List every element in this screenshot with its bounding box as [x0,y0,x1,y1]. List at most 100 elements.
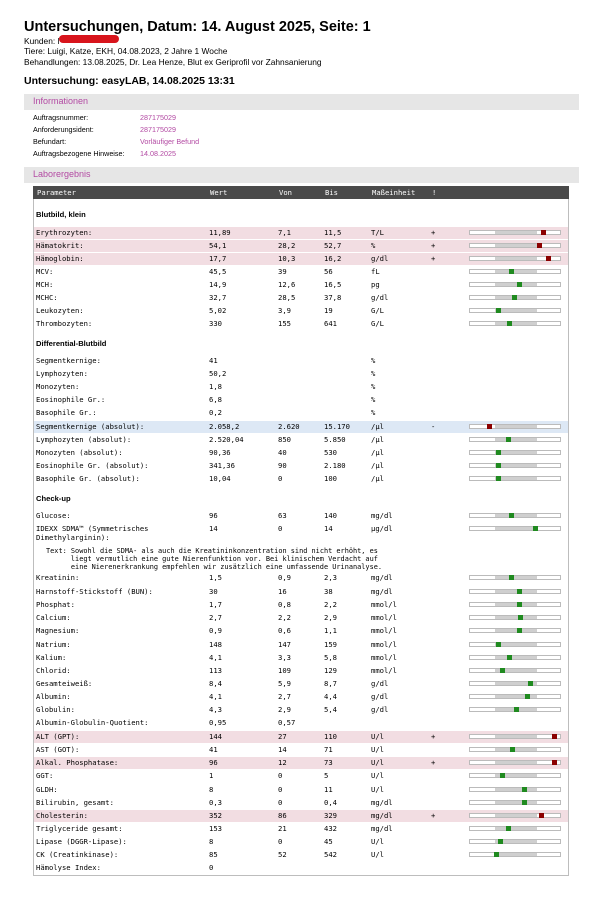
table-row: Eosinophile Gr. (absolut): 341,36 90 2.180 /… [34,460,568,472]
range-indicator-bar [469,628,561,633]
value-marker [509,269,514,274]
range-indicator-bar [469,655,561,660]
value-cell: 90,36 [209,448,231,457]
value-cell: 14 [209,524,218,533]
value-marker [487,424,492,429]
table-row: Hämoglobin: 17,7 10,3 16,2 g/dl + [34,253,568,265]
group-title: Blutbild, klein [36,210,86,219]
table-row: Monozyten: 1,8% [34,381,568,393]
range-max-cell: 15.170 [324,422,350,431]
value-cell: 2.520,04 [209,435,244,444]
parameter-cell: AST (GOT): [36,745,80,754]
range-min-cell: 39 [278,267,287,276]
tiere-line: Tiere: Luigi, Katze, EKH, 04.08.2023, 2 … [24,46,228,56]
parameter-cell: Hämoglobin: [36,254,84,263]
range-max-cell: 14 [324,524,333,533]
value-cell: 30 [209,587,218,596]
group-title: Check-up [36,494,71,503]
unit-cell: mg/dl [371,811,393,820]
parameter-cell: Calcium: [36,613,71,622]
unit-cell: µg/dl [371,524,393,533]
range-max-cell: 2,3 [324,573,337,582]
unit-cell: mmol/l [371,626,397,635]
reference-range-band [495,695,537,698]
range-max-cell: 52,7 [324,241,342,250]
value-marker [506,437,511,442]
range-indicator-bar [469,513,561,518]
unit-cell: g/dl [371,692,389,701]
value-marker [496,642,501,647]
value-marker [500,773,505,778]
value-marker [522,787,527,792]
reference-range-band [495,735,537,738]
range-indicator-bar [469,852,561,857]
reference-range-band [495,451,537,454]
table-row: Bilirubin, gesamt: 0,3 0 0,4 mg/dl [34,797,568,809]
table-row: Erythrozyten: 11,89 7,1 11,5 T/L + [34,227,568,239]
reference-range-band [495,514,537,517]
flag-cell: + [431,758,436,767]
table-row: Albumin: 4,1 2,7 4,4 g/dl [34,691,568,703]
comment-text: Text: Sowohl die SDMA- als auch die Krea… [46,547,382,571]
parameter-cell: Phosphat: [36,600,75,609]
flag-cell: + [431,811,436,820]
parameter-cell: Natrium: [36,640,71,649]
range-max-cell: 329 [324,811,337,820]
range-indicator-bar [469,800,561,805]
unit-cell: U/l [371,745,384,754]
range-max-cell: 0,4 [324,798,337,807]
range-max-cell: 37,8 [324,293,342,302]
value-marker [552,760,557,765]
value-cell: 4,1 [209,692,222,701]
value-cell: 50,2 [209,369,227,378]
table-row: Lymphozyten: 50,2% [34,368,568,380]
reference-range-band [495,244,537,247]
value-marker [517,602,522,607]
value-cell: 8 [209,837,214,846]
table-row: CK (Creatinkinase): 85 52 542 U/l [34,849,568,861]
reference-range-band [495,643,537,646]
reference-range-band [495,257,537,260]
unit-cell: mg/dl [371,798,393,807]
range-max-cell: 45 [324,837,333,846]
parameter-cell: Hämatokrit: [36,241,84,250]
col-einheit: Maßeinheit [372,188,416,197]
range-max-cell: 71 [324,745,333,754]
range-min-cell: 10,3 [278,254,296,263]
info-field: Auftragsbezogene Hinweise: 14.08.2025 [33,149,176,158]
group-title: Differential-Blutbild [36,339,107,348]
range-max-cell: 16,5 [324,280,342,289]
range-indicator-bar [469,437,561,442]
unit-cell: /µl [371,422,384,431]
table-row: Segmentkernige: 41% [34,355,568,367]
range-min-cell: 155 [278,319,291,328]
range-indicator-bar [469,642,561,647]
range-indicator-bar [469,813,561,818]
range-min-cell: 12,6 [278,280,296,289]
range-min-cell: 109 [278,666,291,675]
range-indicator-bar [469,839,561,844]
range-max-cell: 56 [324,267,333,276]
range-min-cell: 52 [278,850,287,859]
table-header: Parameter Wert Von Bis Maßeinheit ! [33,186,569,199]
value-marker [510,747,515,752]
range-indicator-bar [469,526,561,531]
unit-cell: /µl [371,448,384,457]
parameter-cell: Basophile Gr. (absolut): [36,474,140,483]
unit-cell: pg [371,280,380,289]
parameter-cell: GGT: [36,771,54,780]
value-marker [506,826,511,831]
unit-cell: mmol/l [371,666,397,675]
range-max-cell: 5.850 [324,435,346,444]
value-cell: 1,7 [209,600,222,609]
table-row: Basophile Gr.: 0,2% [34,407,568,419]
value-cell: 2.058,2 [209,422,240,431]
value-marker [496,476,501,481]
parameter-cell: Lymphozyten (absolut): [36,435,132,444]
flag-cell: + [431,732,436,741]
unit-cell: mmol/l [371,600,397,609]
unit-cell: U/l [371,837,384,846]
unit-cell: % [371,356,376,365]
value-cell: 330 [209,319,222,328]
range-indicator-bar [469,668,561,673]
